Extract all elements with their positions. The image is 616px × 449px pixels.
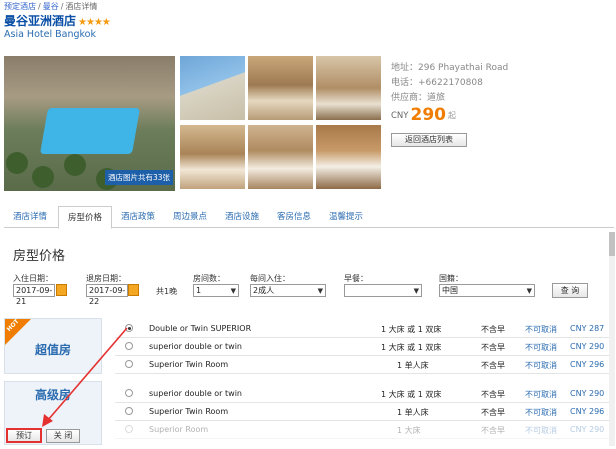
annotation-arrow: [42, 327, 128, 427]
scrollbar-track[interactable]: [609, 232, 615, 446]
book-button[interactable]: 预订: [6, 428, 42, 443]
close-button[interactable]: 关 闭: [46, 429, 80, 443]
scrollbar-thumb[interactable]: [609, 232, 615, 256]
